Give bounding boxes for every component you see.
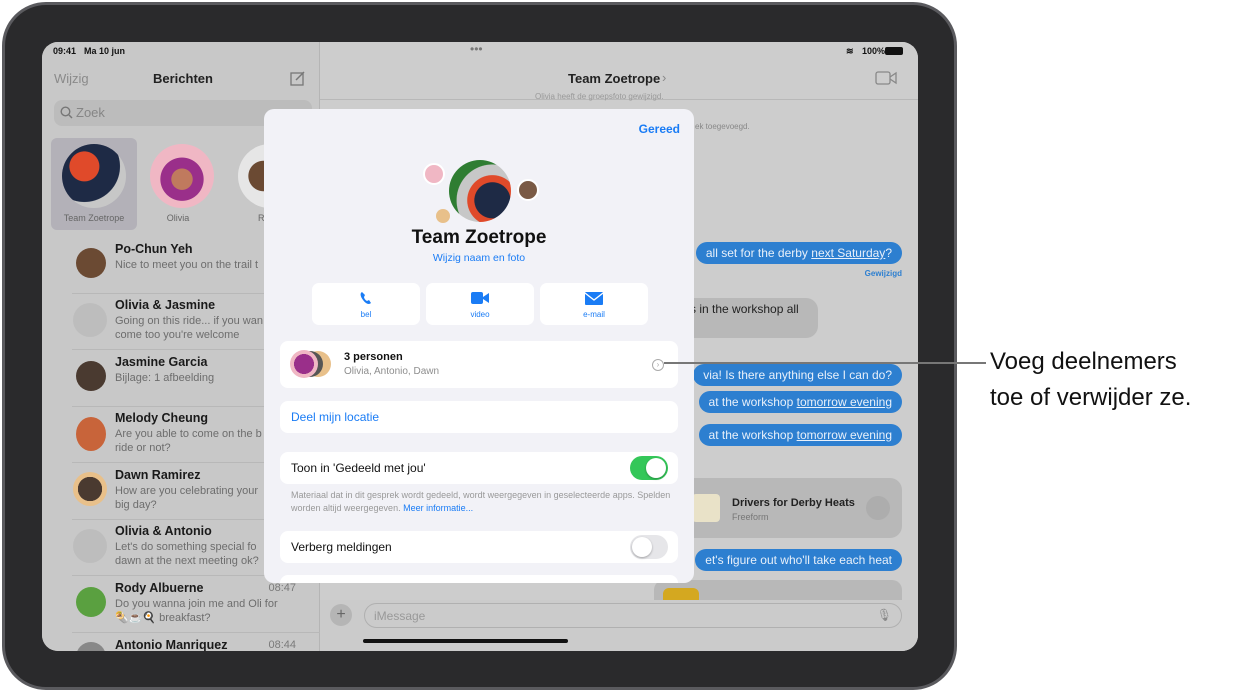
sticker: [663, 588, 699, 600]
avatar: [73, 303, 107, 337]
avatar: [76, 417, 106, 451]
avatar: [150, 144, 214, 208]
chevron-right-icon[interactable]: ›: [662, 70, 666, 85]
message-bubble[interactable]: at the workshop tomorrow evening: [698, 391, 902, 413]
mail-icon: [585, 292, 603, 305]
message-bubble[interactable]: at the workshop tomorrow evening: [698, 424, 902, 446]
member-avatar: [436, 209, 450, 223]
battery-icon: [885, 47, 903, 55]
avatar: [76, 587, 106, 617]
search-icon: [60, 106, 73, 119]
member-avatar: [423, 163, 445, 185]
phone-icon: [360, 292, 371, 304]
avatar: [76, 642, 106, 651]
more-info-link[interactable]: Meer informatie...: [403, 503, 473, 513]
callout-line: [664, 362, 986, 364]
email-button[interactable]: e-mail: [540, 283, 648, 325]
share-location-row[interactable]: Deel mijn locatie: [280, 401, 678, 433]
member-avatar: [517, 179, 539, 201]
compose-icon[interactable]: [290, 70, 306, 86]
edited-label: Gewijzigd: [864, 269, 902, 278]
video-icon: [471, 292, 489, 304]
edit-name-photo-link[interactable]: Wijzig naam en foto: [264, 252, 694, 264]
message-bubble[interactable]: s in the workshop all: [680, 298, 818, 338]
hide-alerts-toggle[interactable]: [630, 535, 668, 559]
conversation-item[interactable]: Rody Albuerne 08:47 Do you wanna join me a…: [72, 577, 320, 633]
shared-with-you-row: Toon in 'Gedeeld met jou': [280, 452, 678, 484]
message-bubble[interactable]: et's figure out who'll take each heat: [695, 549, 902, 571]
conversation-item[interactable]: Antonio Manriquez 08:44: [72, 634, 320, 651]
home-indicator: [363, 639, 568, 643]
microphone-icon[interactable]: 🎙: [877, 608, 892, 622]
message-input[interactable]: iMessage 🎙: [364, 603, 902, 628]
video-call-icon[interactable]: [875, 71, 897, 85]
ipad-screen: 09:41 Ma 10 jun Wijzig Berichten Zoek Te…: [42, 42, 918, 651]
video-button[interactable]: video: [426, 283, 534, 325]
footnote: Materiaal dat in dit gesprek wordt gedee…: [291, 490, 671, 513]
callout-text: Voeg deelnemers toe of verwijder ze.: [990, 344, 1191, 416]
battery-level: 100%: [862, 46, 886, 56]
shared-with-you-toggle[interactable]: [630, 456, 668, 480]
pinned-olivia[interactable]: Olivia: [142, 138, 228, 230]
callout-line2: toe of verwijder ze.: [990, 384, 1192, 411]
freeform-thumbnail: [692, 494, 720, 522]
group-photo: [449, 160, 511, 222]
done-button[interactable]: Gereed: [639, 122, 680, 136]
chat-title[interactable]: Team Zoetrope: [568, 71, 660, 86]
freeform-card[interactable]: Drivers for Derby Heats Freeform: [680, 478, 902, 538]
message-bubble[interactable]: via! Is there anything else I can do?: [693, 364, 902, 386]
pinned-team-zoetrope[interactable]: Team Zoetrope: [51, 138, 137, 230]
members-row[interactable]: 3 personen Olivia, Antonio, Dawn ›: [280, 341, 678, 388]
avatar: [62, 144, 126, 208]
chevron-right-icon[interactable]: ›: [652, 359, 664, 371]
group-details-sheet: Gereed Team Zoetrope Wijzig naam en foto…: [264, 109, 694, 583]
avatar: [73, 529, 107, 563]
call-button[interactable]: bel: [312, 283, 420, 325]
edit-button[interactable]: Wijzig: [54, 71, 89, 86]
callout-line1: Voeg deelnemers: [990, 348, 1177, 375]
collaborators-icon[interactable]: [866, 496, 890, 520]
plus-button[interactable]: +: [330, 604, 352, 626]
message-bubble[interactable]: all set for the derby next Saturday?: [695, 242, 902, 264]
status-date: Ma 10 jun: [84, 46, 126, 56]
next-row: [280, 575, 678, 583]
status-time: 09:41: [53, 46, 77, 56]
avatar: [76, 361, 106, 391]
multitask-dots[interactable]: •••: [470, 42, 483, 56]
hide-alerts-row: Verberg meldingen: [280, 531, 678, 563]
group-name: Team Zoetrope: [411, 227, 547, 248]
sidebar-title: Berichten: [153, 71, 213, 86]
avatar: [76, 248, 106, 278]
avatar: [73, 472, 107, 506]
member-avatar: [290, 350, 318, 378]
wifi-icon: ≋: [846, 46, 854, 56]
